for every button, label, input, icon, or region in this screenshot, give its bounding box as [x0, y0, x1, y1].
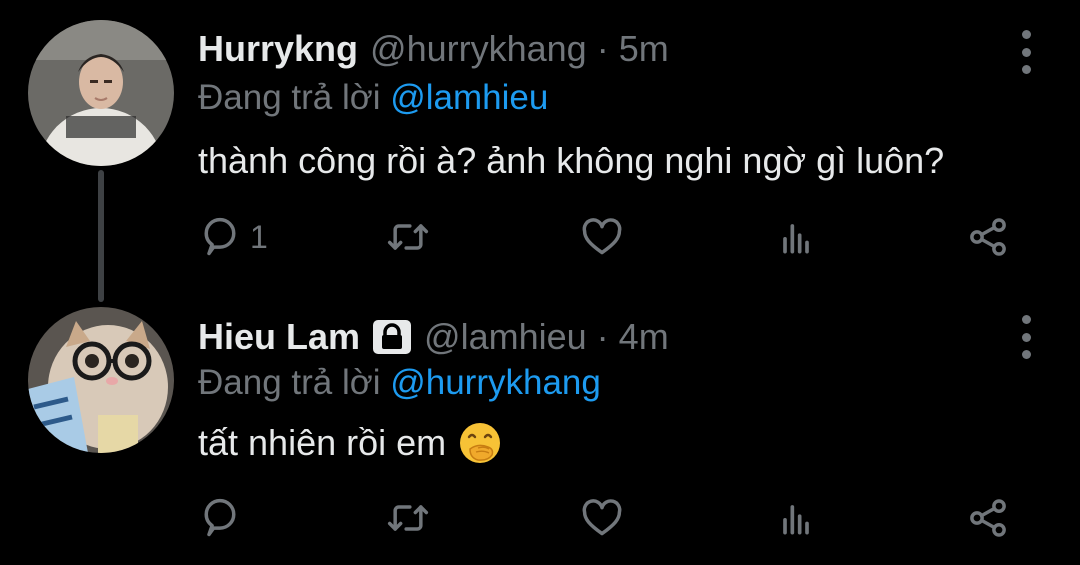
reply-count: 1 [250, 218, 268, 255]
user-handle[interactable]: @lamhieu [424, 319, 587, 355]
tweet-text: thành công rồi à? ảnh không nghi ngờ gì … [198, 140, 944, 182]
replying-mention[interactable]: @lamhieu [390, 78, 548, 117]
timestamp[interactable]: 4m [619, 319, 669, 355]
like-icon [582, 218, 622, 255]
avatar-hurrykng[interactable] [28, 20, 174, 166]
display-name[interactable]: Hurrykng [198, 31, 358, 67]
reply-icon [204, 217, 236, 256]
stats-icon [783, 505, 809, 535]
tweet-text-content: tất nhiên rồi em [198, 422, 447, 463]
more-icon[interactable] [1020, 315, 1032, 359]
replying-prefix: Đang trả lời [198, 78, 381, 117]
replying-prefix: Đang trả lời [198, 363, 381, 402]
tweet-header: Hieu Lam @lamhieu · 4m [198, 312, 669, 362]
replying-to: Đang trả lời @hurrykhang [198, 363, 601, 403]
display-name[interactable]: Hieu Lam [198, 319, 360, 355]
lock-icon [373, 320, 412, 354]
like-button[interactable] [580, 212, 624, 262]
tweet-header: Hurrykng @hurrykhang · 5m [198, 24, 669, 74]
tweet-hurrykng[interactable]: Hurrykng @hurrykhang · 5m Đang trả lời @… [0, 0, 1080, 302]
retweet-button[interactable] [386, 493, 430, 543]
retweet-icon [387, 224, 429, 250]
share-icon [970, 218, 1006, 256]
separator-dot: · [596, 316, 609, 357]
like-button[interactable] [580, 493, 624, 543]
face-with-hand-over-mouth-emoji [460, 423, 501, 463]
avatar-hieu-lam[interactable] [28, 307, 174, 453]
stats-icon [783, 224, 809, 254]
timestamp[interactable]: 5m [619, 31, 669, 67]
retweet-button[interactable] [386, 212, 430, 262]
tweet-text-content: thành công rồi à? ảnh không nghi ngờ gì … [198, 140, 945, 181]
replying-mention[interactable]: @hurrykhang [390, 363, 601, 402]
reply-button[interactable]: 1 [198, 212, 268, 262]
like-icon [582, 499, 622, 536]
stats-button[interactable] [774, 212, 818, 262]
action-bar: 1 [0, 212, 1080, 262]
stats-button[interactable] [774, 493, 818, 543]
tweet-hieu-lam[interactable]: Hieu Lam @lamhieu · 4m Đang trả lời @hur… [0, 285, 1080, 565]
user-handle[interactable]: @hurrykhang [370, 31, 587, 67]
share-button[interactable] [966, 493, 1010, 543]
reply-icon [204, 498, 236, 537]
reply-button[interactable] [198, 493, 250, 543]
share-icon [970, 499, 1006, 537]
tweet-text: tất nhiên rồi em [198, 421, 502, 465]
more-icon[interactable] [1020, 30, 1032, 74]
retweet-icon [387, 505, 429, 531]
action-bar [0, 493, 1080, 543]
share-button[interactable] [966, 212, 1010, 262]
replying-to: Đang trả lời @lamhieu [198, 78, 548, 118]
separator-dot: · [596, 28, 609, 69]
